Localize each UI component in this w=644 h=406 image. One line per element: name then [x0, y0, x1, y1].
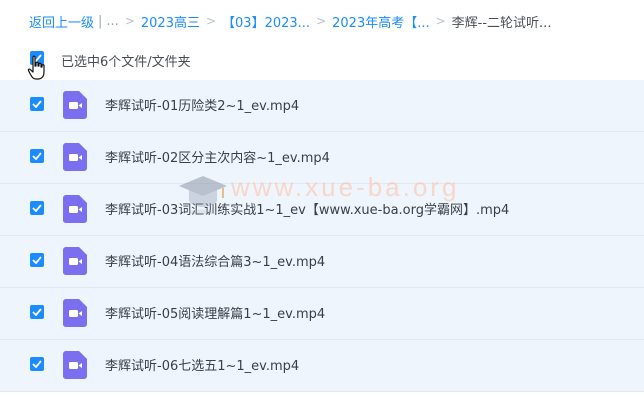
video-file-icon — [63, 91, 87, 119]
hand-cursor-icon — [27, 55, 45, 80]
row-checkbox[interactable] — [30, 253, 44, 267]
video-file-icon — [63, 299, 87, 327]
file-row[interactable]: 李辉试听-04语法综合篇3~1_ev.mp4 — [0, 236, 644, 288]
selection-bar: 已选中6个文件/文件夹 — [0, 42, 644, 80]
file-row[interactable]: 李辉试听-05阅读理解篇1~1_ev.mp4 — [0, 288, 644, 340]
chevron-right-icon: > — [316, 14, 327, 28]
breadcrumb: 返回上一级 | ... > 2023高三 > 【03】2023... > 202… — [0, 0, 644, 42]
file-row[interactable]: 李辉试听-01历险类2~1_ev.mp4 — [0, 80, 644, 132]
file-name[interactable]: 李辉试听-04语法综合篇3~1_ev.mp4 — [105, 251, 325, 270]
video-file-icon — [63, 351, 87, 379]
video-file-icon — [63, 195, 87, 223]
back-link[interactable]: 返回上一级 — [29, 12, 94, 31]
breadcrumb-current: 李辉--二轮试听... — [451, 15, 552, 31]
file-list: 李辉试听-01历险类2~1_ev.mp4 李辉试听-02区分主次内容~1_ev.… — [0, 80, 644, 392]
video-file-icon — [63, 247, 87, 275]
breadcrumb-item-2023-senior[interactable]: 2023高三 — [141, 12, 200, 31]
file-row[interactable]: 李辉试听-06七选五1~1_ev.mp4 — [0, 340, 644, 392]
file-row[interactable]: 李辉试听-03词汇训练实战1~1_ev【www.xue-ba.org学霸网】.m… — [0, 184, 644, 236]
row-checkbox[interactable] — [30, 201, 44, 215]
breadcrumb-item-2023-gaokao[interactable]: 2023年高考【... — [332, 12, 429, 31]
breadcrumb-ellipsis[interactable]: ... — [106, 14, 118, 29]
file-name[interactable]: 李辉试听-03词汇训练实战1~1_ev【www.xue-ba.org学霸网】.m… — [105, 199, 509, 218]
row-checkbox[interactable] — [30, 357, 44, 371]
file-name[interactable]: 李辉试听-06七选五1~1_ev.mp4 — [105, 355, 299, 374]
file-name[interactable]: 李辉试听-05阅读理解篇1~1_ev.mp4 — [105, 303, 325, 322]
video-file-icon — [63, 143, 87, 171]
selection-count-label: 已选中6个文件/文件夹 — [61, 55, 191, 70]
chevron-right-icon: > — [435, 14, 446, 28]
chevron-right-icon: > — [124, 14, 135, 28]
file-row[interactable]: 李辉试听-02区分主次内容~1_ev.mp4 — [0, 132, 644, 184]
row-checkbox[interactable] — [30, 305, 44, 319]
row-checkbox[interactable] — [30, 149, 44, 163]
file-browser-page: 返回上一级 | ... > 2023高三 > 【03】2023... > 202… — [0, 0, 644, 406]
file-name[interactable]: 李辉试听-02区分主次内容~1_ev.mp4 — [105, 147, 330, 166]
breadcrumb-item-03-2023[interactable]: 【03】2023... — [222, 12, 310, 31]
chevron-right-icon: > — [205, 14, 217, 28]
breadcrumb-divider: | — [98, 13, 103, 29]
file-name[interactable]: 李辉试听-01历险类2~1_ev.mp4 — [105, 95, 299, 114]
row-checkbox[interactable] — [30, 97, 44, 111]
